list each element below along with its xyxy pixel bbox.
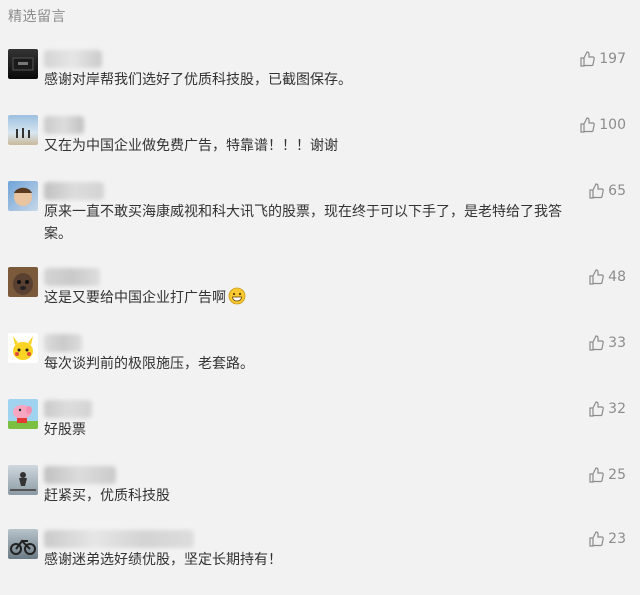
like-button[interactable]: 100 [579,115,626,135]
pikachu-avatar[interactable] [8,333,38,363]
thumbs-up-icon [589,335,605,351]
thumbs-up-icon [589,531,605,547]
section-title: 精选留言 [8,9,66,25]
user-name-blurred[interactable] [44,116,84,134]
user-name-blurred[interactable] [44,268,100,286]
like-count: 197 [599,51,626,67]
like-button[interactable]: 32 [588,399,626,419]
comment-text: 每次谈判前的极限施压，老套路。 [44,356,254,372]
dog-face-icon [13,273,33,295]
comment-item: 又在为中国企业做免费广告，特靠谱！！！谢谢 100 [0,115,640,181]
like-count: 48 [608,269,626,285]
rider-icon [10,472,36,491]
beach-scene-icon [16,128,30,138]
like-button[interactable]: 23 [588,529,626,549]
dark-screen-avatar[interactable] [8,49,38,79]
peppa-pig-avatar[interactable] [8,399,38,429]
comment-text: 又在为中国企业做免费广告，特靠谱！！！谢谢 [44,138,338,154]
thumbs-up-icon [589,401,605,417]
like-count: 25 [608,467,626,483]
pikachu-icon [13,336,33,360]
thumbs-up-icon [589,183,605,199]
like-button[interactable]: 65 [588,181,626,201]
like-button[interactable]: 48 [588,267,626,287]
comment-text: 感谢对岸帮我们选好了优质科技股，已截图保存。 [44,72,352,88]
thumbs-up-icon [589,269,605,285]
beach-people-avatar[interactable] [8,115,38,145]
thumbs-up-icon [589,467,605,483]
comment-item: 感谢迷弟选好绩优股，坚定长期持有！ 23 [0,529,640,595]
thumbs-up-icon [580,51,596,67]
comment-text-content: 这是又要给中国企业打广告啊 [44,290,226,306]
comment-text: 原来一直不敢买海康威视和科大讯飞的股票，现在终于可以下手了，是老特给了我答案。 [44,204,562,242]
peppa-pig-icon [8,405,38,429]
like-count: 100 [599,117,626,133]
thumbs-up-icon [580,117,596,133]
comment-item: 感谢对岸帮我们选好了优质科技股，已截图保存。 197 [0,49,640,115]
like-count: 23 [608,531,626,547]
comment-item: 好股票 32 [0,399,640,465]
grin-emoji-icon [228,287,246,305]
user-name-blurred[interactable] [44,50,102,68]
comment-item: 原来一直不敢买海康威视和科大讯飞的股票，现在终于可以下手了，是老特给了我答案。 … [0,181,640,247]
child-face-icon [14,187,32,206]
dog-face-avatar[interactable] [8,267,38,297]
comment-text: 感谢迷弟选好绩优股，坚定长期持有！ [44,552,282,568]
comment-item: 每次谈判前的极限施压，老套路。 33 [0,333,640,399]
user-name-blurred[interactable] [44,182,104,200]
comment-item: 这是又要给中国企业打广告啊 48 [0,267,640,333]
user-name-blurred[interactable] [44,334,82,352]
motorcycle-avatar[interactable] [8,529,38,559]
like-button[interactable]: 197 [579,49,626,69]
like-count: 65 [608,183,626,199]
like-button[interactable]: 33 [588,333,626,353]
child-photo-avatar[interactable] [8,181,38,211]
user-name-blurred[interactable] [44,530,194,548]
like-button[interactable]: 25 [588,465,626,485]
motorcycle-icon [10,539,36,555]
comment-text: 赶紧买，优质科技股 [44,488,170,504]
like-count: 32 [608,401,626,417]
comment-text: 好股票 [44,422,86,438]
rider-avatar[interactable] [8,465,38,495]
comment-text: 这是又要给中国企业打广告啊 [44,287,584,309]
comment-item: 赶紧买，优质科技股 25 [0,465,640,531]
user-name-blurred[interactable] [44,466,116,484]
user-name-blurred[interactable] [44,400,92,418]
dark-screen-icon [12,57,34,71]
like-count: 33 [608,335,626,351]
